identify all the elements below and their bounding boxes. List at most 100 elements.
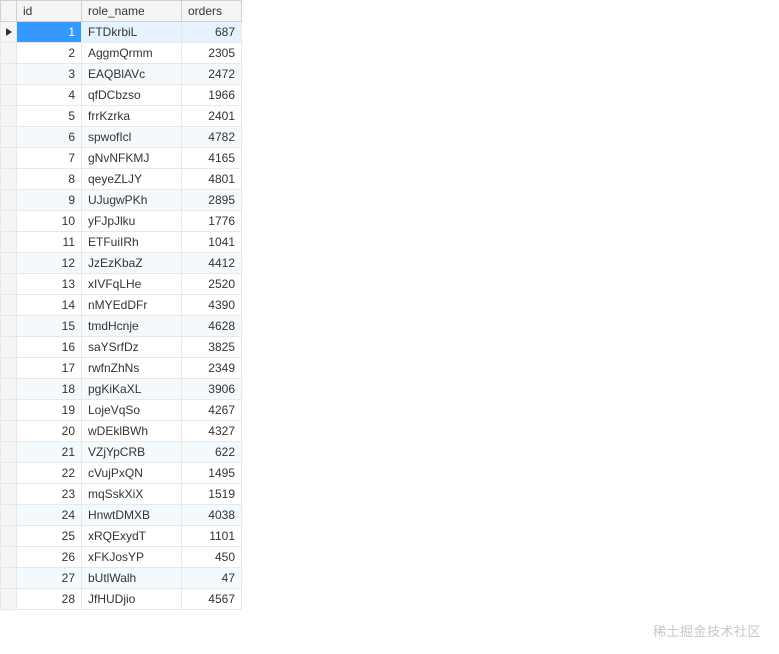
cell-orders[interactable]: 4327 [182,421,242,442]
cell-role-name[interactable]: yFJpJlku [82,211,182,232]
table-row[interactable]: 17rwfnZhNs2349 [1,358,242,379]
header-id[interactable]: id [17,1,82,22]
row-marker[interactable] [1,85,17,106]
cell-role-name[interactable]: saYSrfDz [82,337,182,358]
cell-orders[interactable]: 2472 [182,64,242,85]
cell-id[interactable]: 17 [17,358,82,379]
cell-orders[interactable]: 4782 [182,127,242,148]
row-marker[interactable] [1,547,17,568]
cell-id[interactable]: 9 [17,190,82,211]
cell-orders[interactable]: 687 [182,22,242,43]
table-row[interactable]: 23mqSskXiX1519 [1,484,242,505]
table-row[interactable]: 19LojeVqSo4267 [1,400,242,421]
cell-id[interactable]: 26 [17,547,82,568]
row-marker[interactable] [1,505,17,526]
cell-id[interactable]: 5 [17,106,82,127]
row-marker[interactable] [1,589,17,610]
cell-orders[interactable]: 4567 [182,589,242,610]
cell-id[interactable]: 22 [17,463,82,484]
table-row[interactable]: 1FTDkrbiL687 [1,22,242,43]
cell-orders[interactable]: 1101 [182,526,242,547]
cell-id[interactable]: 27 [17,568,82,589]
table-row[interactable]: 22cVujPxQN1495 [1,463,242,484]
table-row[interactable]: 7gNvNFKMJ4165 [1,148,242,169]
cell-role-name[interactable]: JzEzKbaZ [82,253,182,274]
table-row[interactable]: 20wDEklBWh4327 [1,421,242,442]
table-row[interactable]: 25xRQExydT1101 [1,526,242,547]
row-marker[interactable] [1,463,17,484]
cell-orders[interactable]: 1041 [182,232,242,253]
row-marker[interactable] [1,442,17,463]
cell-id[interactable]: 11 [17,232,82,253]
row-marker[interactable] [1,211,17,232]
row-marker[interactable] [1,274,17,295]
row-marker[interactable] [1,169,17,190]
cell-role-name[interactable]: nMYEdDFr [82,295,182,316]
cell-orders[interactable]: 47 [182,568,242,589]
table-row[interactable]: 16saYSrfDz3825 [1,337,242,358]
row-marker[interactable] [1,295,17,316]
cell-orders[interactable]: 4267 [182,400,242,421]
table-row[interactable]: 27bUtlWalh47 [1,568,242,589]
cell-id[interactable]: 2 [17,43,82,64]
cell-id[interactable]: 12 [17,253,82,274]
cell-role-name[interactable]: qeyeZLJY [82,169,182,190]
row-marker[interactable] [1,253,17,274]
cell-role-name[interactable]: EAQBlAVc [82,64,182,85]
cell-role-name[interactable]: HnwtDMXB [82,505,182,526]
table-row[interactable]: 5frrKzrka2401 [1,106,242,127]
cell-role-name[interactable]: bUtlWalh [82,568,182,589]
table-row[interactable]: 8qeyeZLJY4801 [1,169,242,190]
cell-orders[interactable]: 4390 [182,295,242,316]
table-row[interactable]: 11ETFuiIRh1041 [1,232,242,253]
row-marker[interactable] [1,526,17,547]
table-row[interactable]: 26xFKJosYP450 [1,547,242,568]
cell-orders[interactable]: 2349 [182,358,242,379]
cell-id[interactable]: 28 [17,589,82,610]
header-orders[interactable]: orders [182,1,242,22]
cell-orders[interactable]: 1966 [182,85,242,106]
cell-role-name[interactable]: xRQExydT [82,526,182,547]
table-row[interactable]: 4qfDCbzso1966 [1,85,242,106]
cell-id[interactable]: 8 [17,169,82,190]
table-row[interactable]: 15tmdHcnje4628 [1,316,242,337]
cell-role-name[interactable]: rwfnZhNs [82,358,182,379]
cell-orders[interactable]: 450 [182,547,242,568]
cell-role-name[interactable]: ETFuiIRh [82,232,182,253]
header-marker[interactable] [1,1,17,22]
row-marker[interactable] [1,379,17,400]
cell-role-name[interactable]: JfHUDjio [82,589,182,610]
row-marker[interactable] [1,568,17,589]
cell-role-name[interactable]: xFKJosYP [82,547,182,568]
row-marker[interactable] [1,358,17,379]
table-row[interactable]: 12JzEzKbaZ4412 [1,253,242,274]
cell-orders[interactable]: 4412 [182,253,242,274]
cell-role-name[interactable]: gNvNFKMJ [82,148,182,169]
table-row[interactable]: 14nMYEdDFr4390 [1,295,242,316]
row-marker[interactable] [1,421,17,442]
cell-role-name[interactable]: pgKiKaXL [82,379,182,400]
header-role-name[interactable]: role_name [82,1,182,22]
cell-role-name[interactable]: wDEklBWh [82,421,182,442]
cell-orders[interactable]: 2895 [182,190,242,211]
cell-role-name[interactable]: LojeVqSo [82,400,182,421]
cell-id[interactable]: 15 [17,316,82,337]
cell-orders[interactable]: 1495 [182,463,242,484]
row-marker[interactable] [1,400,17,421]
cell-orders[interactable]: 4165 [182,148,242,169]
cell-id[interactable]: 20 [17,421,82,442]
cell-orders[interactable]: 4628 [182,316,242,337]
cell-id[interactable]: 7 [17,148,82,169]
cell-role-name[interactable]: mqSskXiX [82,484,182,505]
table-row[interactable]: 13xIVFqLHe2520 [1,274,242,295]
cell-id[interactable]: 3 [17,64,82,85]
cell-role-name[interactable]: tmdHcnje [82,316,182,337]
table-row[interactable]: 2AggmQrmm2305 [1,43,242,64]
cell-id[interactable]: 23 [17,484,82,505]
cell-role-name[interactable]: FTDkrbiL [82,22,182,43]
table-row[interactable]: 28JfHUDjio4567 [1,589,242,610]
cell-id[interactable]: 4 [17,85,82,106]
table-row[interactable]: 18pgKiKaXL3906 [1,379,242,400]
row-marker[interactable] [1,64,17,85]
row-marker[interactable] [1,22,17,43]
